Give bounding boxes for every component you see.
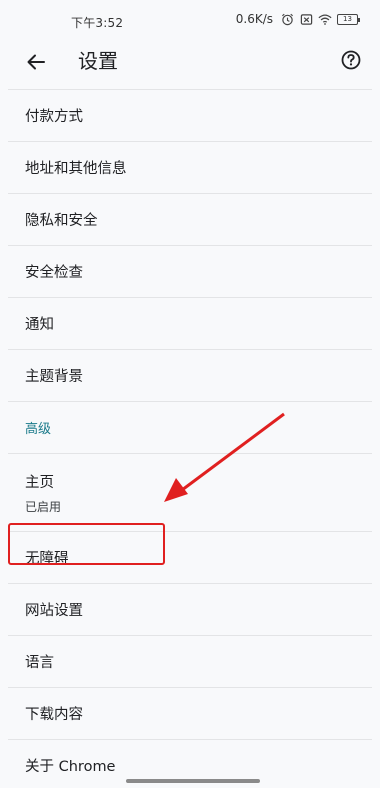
setting-notifications[interactable]: 通知 [8, 298, 372, 350]
advanced-section-header: 高级 [8, 402, 372, 454]
network-speed: 0.6K/s [235, 12, 273, 26]
setting-label: 通知 [25, 317, 54, 333]
status-icons: 0.6K/s 13 [235, 12, 360, 26]
setting-status: 已启用 [25, 499, 62, 514]
setting-homepage[interactable]: 主页 已启用 [8, 454, 372, 532]
alarm-icon [280, 12, 294, 26]
wifi-icon [318, 12, 332, 26]
highlight-box [8, 523, 165, 565]
settings-list: 付款方式 地址和其他信息 隐私和安全 安全检查 通知 主题背景 高级 主页 已启… [0, 90, 380, 788]
setting-site-settings[interactable]: 网站设置 [8, 584, 372, 636]
status-time: 下午3:52 [71, 16, 124, 30]
toolbar: 设置 [0, 40, 380, 84]
help-button[interactable] [339, 48, 363, 72]
setting-label: 下载内容 [25, 707, 83, 723]
setting-privacy-security[interactable]: 隐私和安全 [8, 194, 372, 246]
setting-label: 主题背景 [25, 369, 83, 385]
setting-label: 安全检查 [25, 265, 83, 281]
setting-label: 地址和其他信息 [25, 161, 127, 177]
setting-addresses[interactable]: 地址和其他信息 [8, 142, 372, 194]
setting-label: 语言 [25, 655, 54, 671]
page-title: 设置 [78, 49, 118, 73]
sim-off-icon [299, 12, 313, 26]
setting-label: 网站设置 [25, 603, 83, 619]
setting-themes[interactable]: 主题背景 [8, 350, 372, 402]
setting-downloads[interactable]: 下载内容 [8, 688, 372, 740]
setting-label: 隐私和安全 [25, 213, 98, 229]
back-button[interactable] [22, 48, 50, 76]
setting-payment-methods[interactable]: 付款方式 [8, 90, 372, 142]
setting-languages[interactable]: 语言 [8, 636, 372, 688]
settings-screen: 下午3:52 0.6K/s 13 设置 付款方式 地址和其他信息 隐私和安全 安… [0, 0, 380, 788]
help-icon [341, 50, 361, 70]
setting-label: 关于 Chrome [25, 759, 116, 775]
home-indicator [126, 779, 260, 783]
setting-label: 付款方式 [25, 109, 83, 125]
battery-icon: 13 [337, 13, 360, 25]
setting-safety-check[interactable]: 安全检查 [8, 246, 372, 298]
battery-level: 13 [343, 15, 352, 23]
setting-label: 主页 [25, 474, 54, 491]
back-arrow-icon [27, 54, 45, 70]
status-bar: 下午3:52 0.6K/s 13 [0, 0, 380, 40]
